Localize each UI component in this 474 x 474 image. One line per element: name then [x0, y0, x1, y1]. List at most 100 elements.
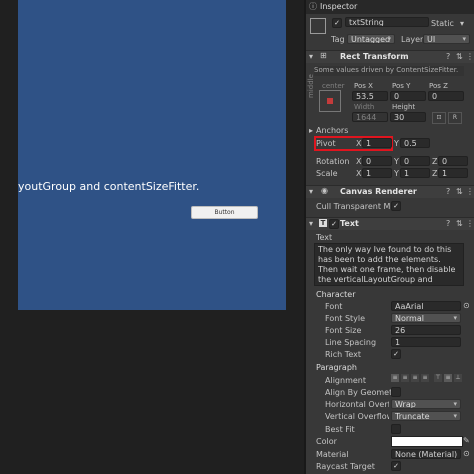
object-name-field[interactable]: txtString [345, 17, 429, 27]
scale-x-field[interactable]: 1 [362, 168, 392, 178]
gameobject-cube-icon [310, 18, 326, 34]
inspector-tab-label: Inspector [320, 2, 358, 11]
more-icon[interactable]: ⋮ [466, 52, 474, 61]
material-label: Material [316, 450, 349, 459]
font-size-field[interactable]: 26 [391, 325, 461, 335]
material-picker-icon[interactable]: ⊙ [463, 449, 470, 458]
blueprint-mode-button[interactable]: ⊡ [432, 112, 446, 124]
font-picker-icon[interactable]: ⊙ [463, 301, 470, 310]
anchor-preset-top: center [322, 82, 345, 90]
pos-z-label: Pos Z [429, 82, 448, 90]
pivot-y-label: Y [394, 139, 399, 148]
help-icon[interactable]: ? [446, 52, 450, 61]
rect-transform-icon: ⊞ [320, 51, 327, 60]
font-asset-icon: Aa [395, 302, 406, 311]
expand-arrow-icon: ▾ [309, 219, 314, 228]
align-right-icon[interactable]: ≡ [411, 374, 419, 382]
rot-y-field[interactable]: 0 [400, 156, 430, 166]
game-canvas [18, 0, 286, 310]
canvas-renderer-header[interactable]: ▾ ◉ Canvas Renderer ? ⇅ ⋮ [306, 185, 474, 198]
material-field[interactable]: None (Material) [391, 449, 461, 459]
tag-label: Tag [331, 35, 345, 44]
scale-z-axis: Z [432, 169, 438, 178]
text-component-header[interactable]: ▾ T ✓ Text ? ⇅ ⋮ [306, 217, 474, 230]
horizontal-overflow-label: Horizontal Overflow [325, 400, 389, 409]
line-spacing-label: Line Spacing [325, 338, 377, 347]
width-field: 1644 [352, 112, 388, 122]
scale-y-field[interactable]: 1 [400, 168, 430, 178]
layer-label: Layer [401, 35, 424, 44]
font-style-label: Font Style [325, 314, 366, 323]
text-enabled-checkbox[interactable]: ✓ [329, 219, 339, 229]
canvas-renderer-title: Canvas Renderer [340, 187, 417, 196]
vertical-overflow-dropdown[interactable]: Truncate [391, 411, 461, 421]
rect-transform-title: Rect Transform [340, 52, 409, 61]
anchor-center-icon [327, 98, 333, 104]
font-size-label: Font Size [325, 326, 362, 335]
expand-arrow-icon: ▾ [309, 187, 314, 196]
scale-z-field[interactable]: 1 [438, 168, 468, 178]
anchor-preset-button[interactable] [319, 90, 341, 112]
pos-z-field[interactable]: 0 [428, 91, 464, 101]
pos-y-field[interactable]: 0 [390, 91, 426, 101]
help-icon[interactable]: ? [446, 219, 450, 228]
cull-checkbox[interactable]: ✓ [391, 201, 401, 211]
text-content-area[interactable]: The only way Ive found to do this has be… [314, 243, 464, 286]
preset-icon[interactable]: ⇅ [456, 187, 463, 196]
anchor-preset-side: middle [307, 74, 315, 98]
scale-label: Scale [316, 169, 338, 178]
horizontal-overflow-dropdown[interactable]: Wrap [391, 399, 461, 409]
more-icon[interactable]: ⋮ [466, 187, 474, 196]
best-fit-checkbox[interactable] [391, 424, 401, 434]
align-justify-icon[interactable]: ≡ [421, 374, 429, 382]
layer-dropdown[interactable]: UI [423, 34, 470, 44]
inspector-panel: ⓘ Inspector ✓ txtString Static ▾ Tag Unt… [306, 0, 474, 474]
align-middle-icon[interactable]: ≡ [444, 374, 452, 382]
height-field[interactable]: 30 [390, 112, 426, 122]
text-component-icon: T [319, 219, 327, 227]
scene-button[interactable]: Button [191, 206, 258, 219]
rotation-label: Rotation [316, 157, 350, 166]
eyedropper-icon[interactable]: ✎ [463, 436, 470, 445]
font-field[interactable]: AaArial [391, 301, 461, 311]
align-left-icon[interactable]: ≡ [391, 374, 399, 382]
rot-z-field[interactable]: 0 [438, 156, 468, 166]
height-label: Height [392, 103, 416, 111]
line-spacing-field[interactable]: 1 [391, 337, 461, 347]
inspector-tab[interactable]: ⓘ Inspector [306, 0, 474, 14]
static-dropdown-icon[interactable]: ▾ [460, 19, 464, 28]
align-center-icon[interactable]: ≡ [401, 374, 409, 382]
rot-x-field[interactable]: 0 [362, 156, 392, 166]
pivot-y-field[interactable]: 0.5 [400, 138, 430, 148]
align-geometry-checkbox[interactable] [391, 387, 401, 397]
preset-icon[interactable]: ⇅ [456, 52, 463, 61]
paragraph-section-label: Paragraph [316, 363, 357, 372]
color-swatch[interactable] [391, 436, 463, 447]
align-bottom-icon[interactable]: ⊥ [454, 374, 462, 382]
preset-icon[interactable]: ⇅ [456, 219, 463, 228]
more-icon[interactable]: ⋮ [466, 219, 474, 228]
active-checkbox[interactable]: ✓ [332, 18, 342, 28]
pivot-x-field[interactable]: 1 [362, 138, 392, 148]
anchors-arrow-icon[interactable]: ▸ [309, 126, 313, 135]
help-icon[interactable]: ? [446, 187, 450, 196]
pivot-label: Pivot [316, 139, 336, 148]
tag-dropdown[interactable]: Untagged [347, 34, 395, 44]
raycast-checkbox[interactable]: ✓ [391, 461, 401, 471]
pos-y-label: Pos Y [392, 82, 411, 90]
rect-transform-header[interactable]: ▾ ⊞ Rect Transform ? ⇅ ⋮ [306, 50, 474, 63]
align-top-icon[interactable]: ⊤ [434, 374, 442, 382]
raw-edit-button[interactable]: R [448, 112, 462, 124]
pos-x-field[interactable]: 53.5 [352, 91, 388, 101]
raycast-label: Raycast Target [316, 462, 375, 471]
font-style-dropdown[interactable]: Normal [391, 313, 461, 323]
rich-text-checkbox[interactable]: ✓ [391, 349, 401, 359]
text-component-title: Text [340, 219, 359, 228]
driven-note: Some values driven by ContentSizeFitter. [314, 66, 464, 76]
best-fit-label: Best Fit [325, 425, 355, 434]
rot-x-axis: X [356, 157, 362, 166]
expand-arrow-icon: ▾ [309, 52, 314, 61]
width-label: Width [354, 103, 375, 111]
rot-z-axis: Z [432, 157, 438, 166]
color-label: Color [316, 437, 337, 446]
